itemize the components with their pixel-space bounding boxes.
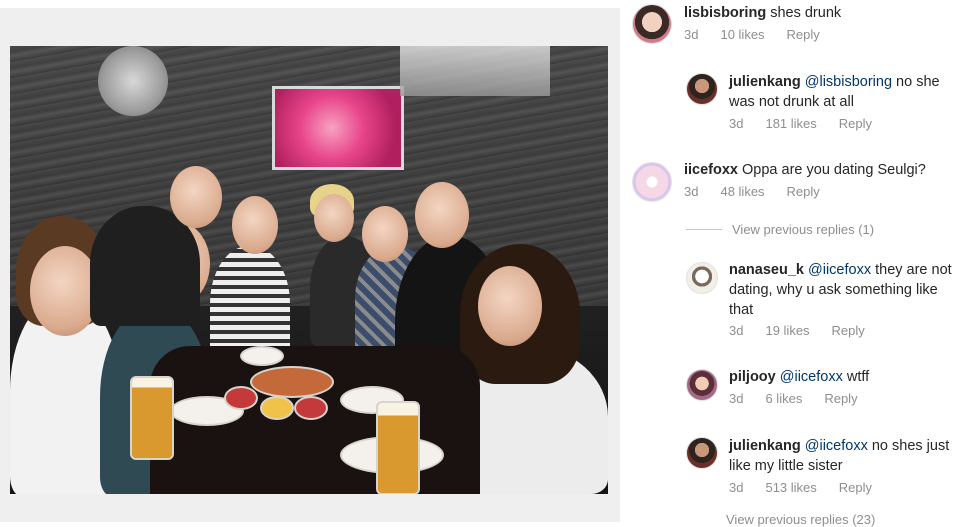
- reply-button[interactable]: Reply: [824, 391, 857, 406]
- comment-time[interactable]: 3d: [729, 116, 743, 131]
- comment-time[interactable]: 3d: [684, 184, 698, 199]
- comment-text: Oppa are you dating Seulgi?: [738, 162, 926, 178]
- comment-time[interactable]: 3d: [729, 323, 743, 338]
- comment-text: wtff: [842, 369, 870, 385]
- photo-dish: [294, 396, 328, 420]
- photo-dish: [240, 346, 284, 366]
- comment-mention[interactable]: @iicefoxx: [808, 262, 871, 278]
- comment-username[interactable]: lisbisboring: [684, 5, 766, 21]
- photo-dish: [250, 366, 334, 398]
- comment-username[interactable]: nanaseu_k: [729, 262, 804, 278]
- post-photo[interactable]: [10, 46, 608, 494]
- comment-time[interactable]: 3d: [729, 480, 743, 495]
- reply-button[interactable]: Reply: [787, 27, 820, 42]
- photo-ceiling-light: [400, 46, 550, 96]
- comment-username[interactable]: julienkang: [729, 74, 801, 90]
- photo-person-face: [314, 194, 354, 242]
- avatar[interactable]: [686, 369, 718, 401]
- comment-mention[interactable]: @lisbisboring: [805, 74, 892, 90]
- avatar[interactable]: [686, 73, 718, 105]
- comment-username[interactable]: iicefoxx: [684, 162, 738, 178]
- comment-likes[interactable]: 6 likes: [765, 391, 802, 406]
- avatar[interactable]: [632, 162, 672, 202]
- comments-pane: lisbisboring shes drunk 3d 10 likes Reply …: [620, 0, 958, 527]
- comment-text: shes drunk: [766, 5, 842, 21]
- comment-likes[interactable]: 513 likes: [765, 480, 816, 495]
- view-previous-replies-label: View previous replies (1): [732, 222, 875, 237]
- photo-ceiling-fan: [98, 46, 168, 116]
- comment-likes[interactable]: 10 likes: [720, 27, 764, 42]
- photo-person-face: [415, 182, 469, 248]
- view-more-replies[interactable]: View previous replies (23): [726, 512, 875, 527]
- comment-mention[interactable]: @iicefoxx: [780, 369, 843, 385]
- comment-time[interactable]: 3d: [729, 391, 743, 406]
- comment-username[interactable]: julienkang: [729, 438, 801, 454]
- reply-button[interactable]: Reply: [787, 184, 820, 199]
- divider-line: [686, 229, 722, 230]
- comment-username[interactable]: piljooy: [729, 369, 776, 385]
- photo-dish: [260, 396, 294, 420]
- comment-likes[interactable]: 48 likes: [720, 184, 764, 199]
- post-pane: [0, 0, 620, 522]
- comment-likes[interactable]: 181 likes: [765, 116, 816, 131]
- reply-button[interactable]: Reply: [832, 323, 865, 338]
- top-strip: [0, 0, 620, 8]
- photo-glass: [376, 401, 420, 494]
- avatar[interactable]: [686, 437, 718, 469]
- view-previous-replies[interactable]: View previous replies (1): [686, 222, 874, 237]
- photo-person-face: [170, 166, 222, 228]
- comment-mention[interactable]: @iicefoxx: [805, 438, 868, 454]
- comment-time[interactable]: 3d: [684, 27, 698, 42]
- photo-dish: [224, 386, 258, 410]
- reply-button[interactable]: Reply: [839, 480, 872, 495]
- comment-likes[interactable]: 19 likes: [765, 323, 809, 338]
- photo-person-face: [232, 196, 278, 254]
- photo-person-face: [478, 266, 542, 346]
- photo-tv-screen: [272, 86, 404, 170]
- photo-person-face: [362, 206, 408, 262]
- avatar[interactable]: [686, 262, 718, 294]
- reply-button[interactable]: Reply: [839, 116, 872, 131]
- photo-glass: [130, 376, 174, 460]
- avatar[interactable]: [632, 4, 672, 44]
